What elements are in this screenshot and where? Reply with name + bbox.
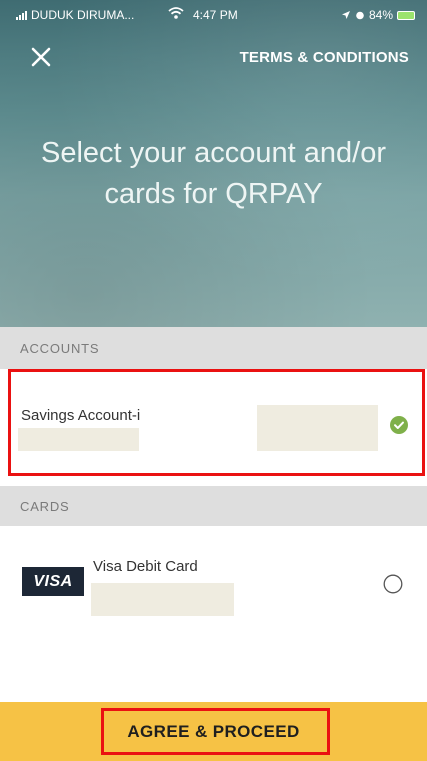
redacted-account-balance — [257, 405, 378, 451]
status-bar: DUDUK DIRUMA... 4:47 PM 84% — [0, 0, 427, 30]
accounts-section-header: ACCOUNTS — [0, 327, 427, 369]
status-time: 4:47 PM — [193, 8, 238, 22]
radio-empty-icon[interactable] — [383, 574, 403, 594]
battery-icon — [397, 10, 415, 20]
account-name: Savings Account-i — [21, 407, 141, 424]
redacted-card-number — [91, 583, 234, 616]
wifi-icon — [168, 7, 184, 19]
page-title: Select your account and/or cards for QRP… — [41, 137, 386, 210]
visa-logo: VISA — [22, 567, 84, 596]
signal-icon — [16, 10, 27, 20]
redacted-account-number — [18, 428, 139, 451]
close-icon[interactable] — [28, 44, 54, 70]
card-row-visa-debit[interactable]: VISA Visa Debit Card — [0, 526, 427, 702]
card-name: Visa Debit Card — [93, 558, 198, 575]
agree-proceed-label: AGREE & PROCEED — [127, 722, 300, 741]
account-row-savings[interactable]: Savings Account-i — [0, 369, 427, 486]
battery-percent: 84% — [368, 8, 393, 22]
alarm-icon — [356, 11, 364, 20]
agree-proceed-button[interactable]: AGREE & PROCEED — [0, 702, 427, 761]
terms-and-conditions-link[interactable]: TERMS & CONDITIONS — [240, 49, 409, 66]
top-bar: TERMS & CONDITIONS — [0, 36, 427, 76]
location-icon — [341, 11, 350, 19]
carrier-info: DUDUK DIRUMA... — [16, 8, 134, 22]
carrier-name: DUDUK DIRUMA... — [31, 8, 135, 22]
cards-section-header: CARDS — [0, 486, 427, 526]
check-circle-icon[interactable] — [390, 416, 408, 434]
status-right: 84% — [341, 8, 415, 22]
